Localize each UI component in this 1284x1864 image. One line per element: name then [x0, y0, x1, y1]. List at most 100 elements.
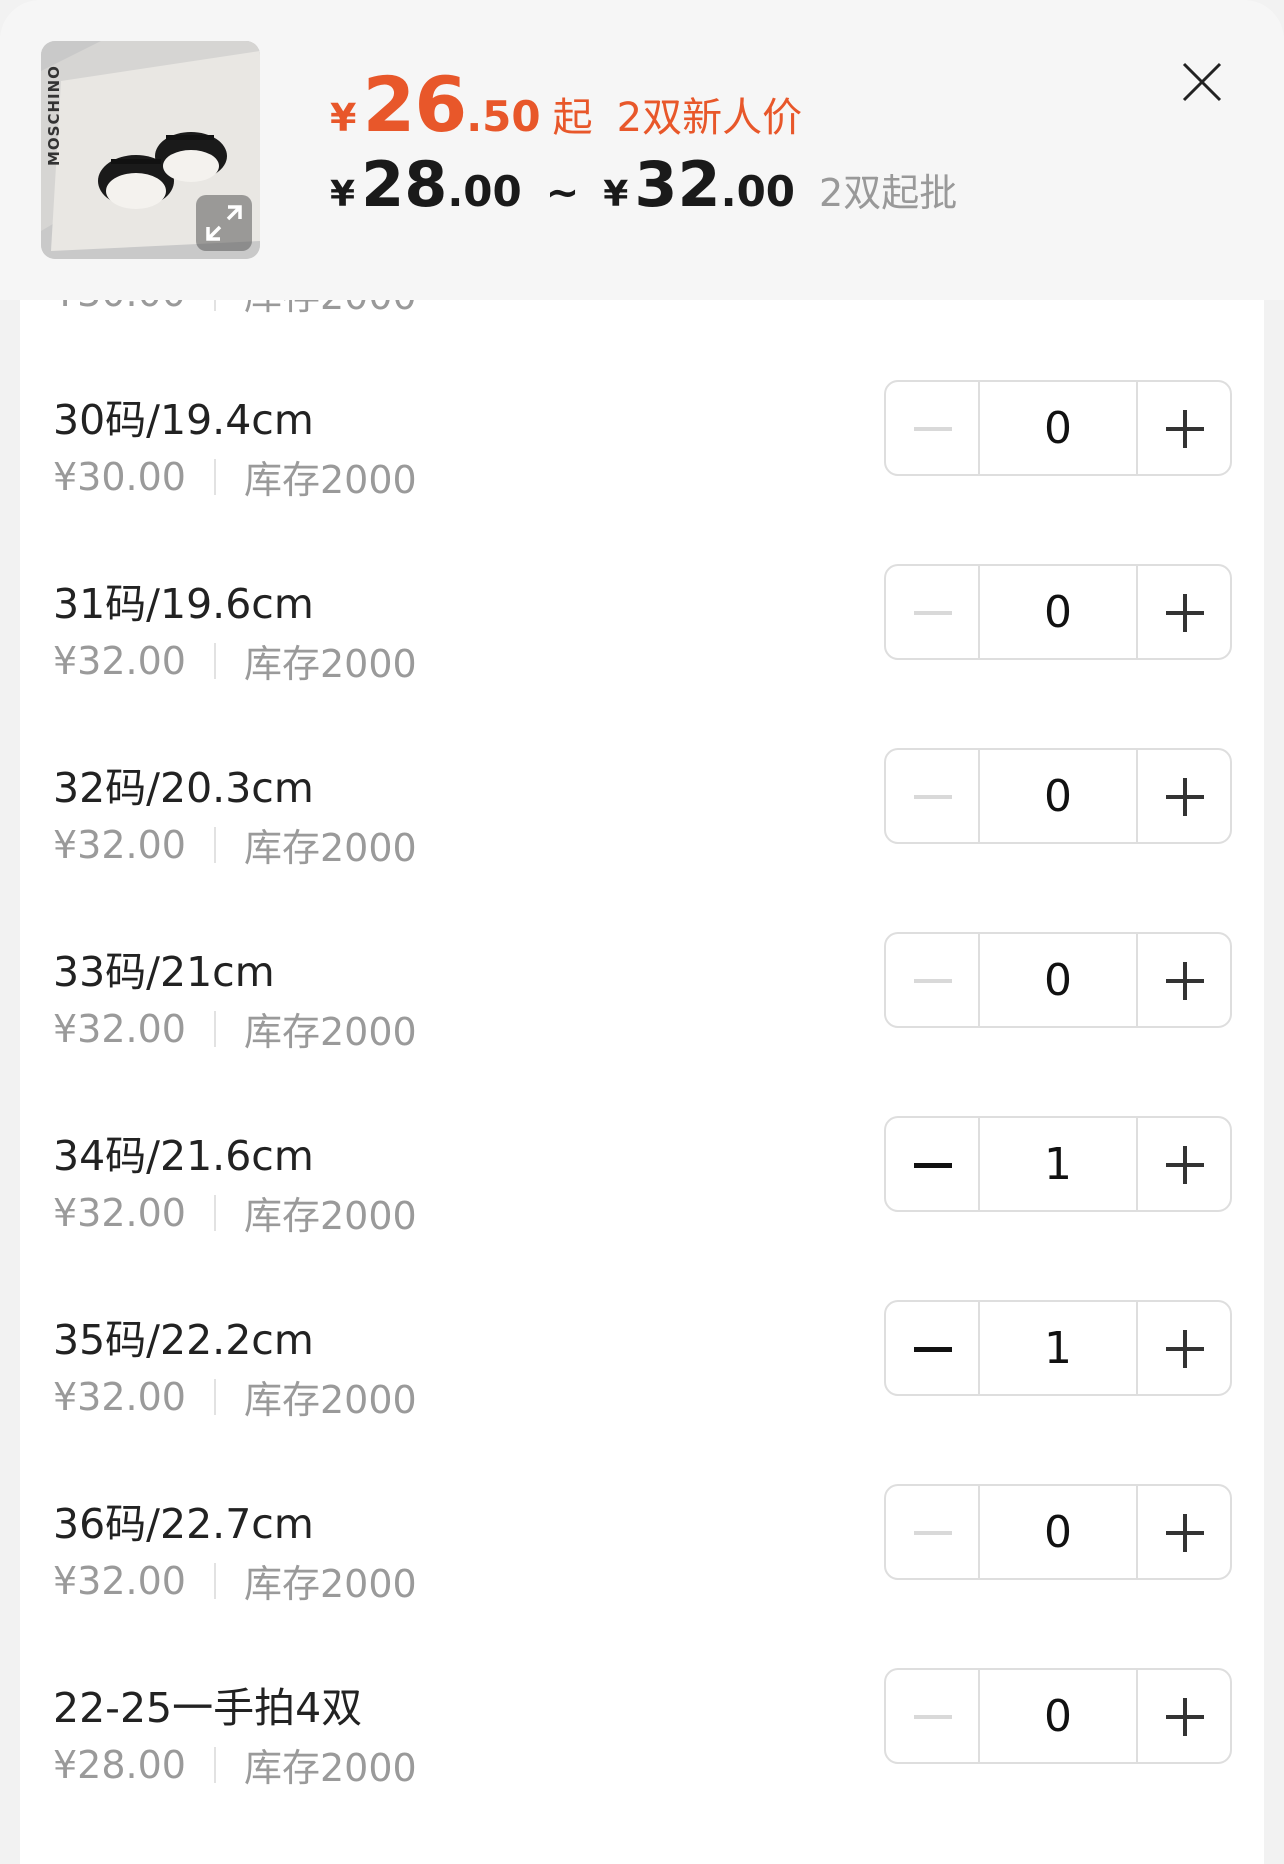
promo-price-suffix: 起 [552, 95, 593, 141]
meta-divider [213, 1562, 216, 1599]
quantity-stepper: 0 [884, 932, 1232, 1028]
decrease-button[interactable] [886, 934, 980, 1026]
decrease-button[interactable] [886, 1670, 980, 1762]
sku-name: 34码/21.6cm [53, 1132, 314, 1180]
brand-text: MOSCHINO [45, 65, 63, 166]
low-price-integer: 28 [361, 148, 448, 221]
sku-price: ¥32.00 [53, 638, 186, 683]
increase-button[interactable] [1136, 566, 1230, 658]
sku-name: 36码/22.7cm [53, 1500, 314, 1548]
price-range: ¥ 28 .00 ~ ¥ 32 .00 2双起批 [330, 148, 958, 221]
increase-button[interactable] [1136, 934, 1230, 1026]
quantity-value[interactable]: 0 [980, 934, 1136, 1026]
sku-price: ¥32.00 [53, 1006, 186, 1051]
sku-meta: ¥30.00 库存2000 [53, 300, 417, 320]
quantity-value[interactable]: 0 [980, 566, 1136, 658]
low-currency: ¥ [330, 174, 356, 215]
sku-price: ¥28.00 [53, 1742, 186, 1787]
sku-name: 35码/22.2cm [53, 1316, 314, 1364]
sku-stock: 库存2000 [243, 1562, 417, 1606]
wholesale-note: 2双起批 [819, 171, 958, 215]
quantity-stepper: 0 [884, 1668, 1232, 1764]
close-button[interactable] [1176, 56, 1228, 108]
quantity-value[interactable]: 0 [980, 750, 1136, 842]
quantity-stepper: 0 [884, 748, 1232, 844]
sku-row: 34码/21.6cm ¥32.00 库存2000 1 [20, 1100, 1264, 1284]
meta-divider [213, 642, 216, 679]
expand-button[interactable] [196, 195, 252, 251]
sku-name: 31码/19.6cm [53, 580, 314, 628]
decrease-button[interactable] [886, 1302, 980, 1394]
sku-list[interactable]: ¥30.00 库存2000 0 30码/19.4cm ¥30.00 库存2000… [20, 300, 1264, 1864]
high-price-integer: 32 [634, 148, 721, 221]
sku-row: 31码/19.6cm ¥32.00 库存2000 0 [20, 548, 1264, 732]
sku-name: 30码/19.4cm [53, 396, 314, 444]
sku-price: ¥32.00 [53, 822, 186, 867]
meta-divider [213, 458, 216, 495]
sku-meta: ¥28.00 库存2000 [53, 1737, 417, 1792]
meta-divider [213, 300, 216, 311]
close-icon [1182, 62, 1222, 102]
promo-price-integer: 26 [362, 60, 467, 149]
decrease-button[interactable] [886, 1118, 980, 1210]
sku-stock: 库存2000 [243, 1378, 417, 1422]
minus-icon [914, 427, 952, 431]
sku-price: ¥32.00 [53, 1190, 186, 1235]
sku-row-partial: ¥30.00 库存2000 0 [20, 300, 1264, 364]
meta-divider [213, 1010, 216, 1047]
minus-icon [914, 795, 952, 799]
minus-icon [914, 1163, 952, 1168]
quantity-value[interactable]: 0 [980, 382, 1136, 474]
quantity-stepper: 1 [884, 1300, 1232, 1396]
sku-meta: ¥32.00 库存2000 [53, 1185, 417, 1240]
high-currency: ¥ [603, 174, 629, 215]
decrease-button[interactable] [886, 382, 980, 474]
increase-button[interactable] [1136, 750, 1230, 842]
decrease-button[interactable] [886, 750, 980, 842]
low-price-decimal: .00 [447, 167, 522, 216]
minus-icon [914, 611, 952, 615]
quantity-value[interactable]: 0 [980, 1486, 1136, 1578]
price-header: MOSCHINO ¥ 26 .50 起 2双新人价 ¥ 28 .00 ~ ¥ 3… [0, 0, 1284, 300]
sku-name: 33码/21cm [53, 948, 275, 996]
sku-stock: 库存2000 [243, 1194, 417, 1238]
sku-stock: 库存2000 [243, 1746, 417, 1790]
quantity-value[interactable]: 0 [980, 1670, 1136, 1762]
minus-icon [914, 1531, 952, 1535]
range-separator: ~ [545, 170, 580, 216]
quantity-value[interactable]: 1 [980, 1302, 1136, 1394]
quantity-stepper: 0 [884, 380, 1232, 476]
sku-meta: ¥32.00 库存2000 [53, 1369, 417, 1424]
increase-button[interactable] [1136, 1302, 1230, 1394]
sku-row: 36码/22.7cm ¥32.00 库存2000 0 [20, 1468, 1264, 1652]
sku-name: 32码/20.3cm [53, 764, 314, 812]
sku-row: 35码/22.2cm ¥32.00 库存2000 1 [20, 1284, 1264, 1468]
increase-button[interactable] [1136, 1486, 1230, 1578]
promo-price: ¥ 26 .50 起 2双新人价 [330, 60, 803, 149]
sku-meta: ¥30.00 库存2000 [53, 449, 417, 504]
minus-icon [914, 1347, 952, 1352]
product-thumbnail[interactable]: MOSCHINO [41, 41, 260, 259]
promo-currency: ¥ [330, 96, 357, 140]
quantity-value[interactable]: 1 [980, 1118, 1136, 1210]
increase-button[interactable] [1136, 1118, 1230, 1210]
meta-divider [213, 1378, 216, 1415]
increase-button[interactable] [1136, 1670, 1230, 1762]
sku-meta: ¥32.00 库存2000 [53, 817, 417, 872]
promo-tag: 2双新人价 [616, 95, 803, 141]
decrease-button[interactable] [886, 566, 980, 658]
quantity-stepper: 0 [884, 564, 1232, 660]
meta-divider [213, 1746, 216, 1783]
sku-stock: 库存2000 [243, 1010, 417, 1054]
quantity-stepper: 0 [884, 1484, 1232, 1580]
increase-button[interactable] [1136, 382, 1230, 474]
decrease-button[interactable] [886, 1486, 980, 1578]
sku-row: 22-25一手拍4双 ¥28.00 库存2000 0 [20, 1652, 1264, 1836]
sku-meta: ¥32.00 库存2000 [53, 633, 417, 688]
sku-stock: 库存2000 [244, 300, 417, 320]
high-price-decimal: .00 [720, 167, 796, 216]
minus-icon [914, 1715, 952, 1719]
sku-price: ¥30.00 [53, 300, 186, 315]
sku-price: ¥32.00 [53, 1558, 186, 1603]
sku-meta: ¥32.00 库存2000 [53, 1001, 417, 1056]
